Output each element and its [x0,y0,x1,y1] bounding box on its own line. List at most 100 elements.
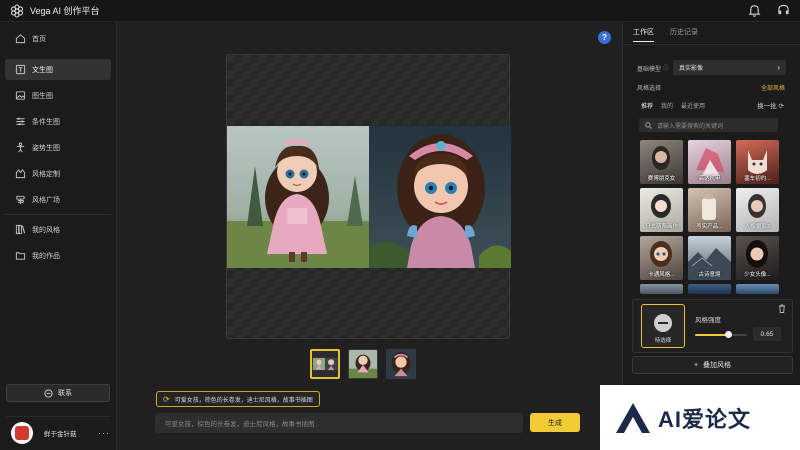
style-search-input[interactable]: 请输入需要搜索的关键词 [639,118,778,132]
watermark-logo-icon [616,402,650,433]
style-card[interactable] [736,284,779,294]
style-card-label: 高达机甲 [698,176,721,182]
more-icon[interactable]: ··· [98,428,110,438]
sidebar-item-image-to-image[interactable]: 图生图 [5,85,111,106]
sliders-icon [16,117,25,126]
style-strength-panel: 待选择 风格强度 0.65 [632,299,793,353]
result-canvas [226,54,511,339]
username: 鲜于金针菇 [44,430,77,438]
sidebar-item-conditional[interactable]: 条件生图 [5,111,111,132]
sidebar-item-label: 风格定制 [32,170,60,178]
style-tab-mine[interactable]: 我的 [661,101,673,110]
thumbnail-image [387,350,415,378]
style-card[interactable] [688,284,731,294]
sidebar: 首页 文生图 图生图 条件生图 姿势生图 风格定制 风格广场 我的风格 我的作品… [0,22,117,450]
text-image-icon [15,64,26,75]
style-card-label: 塞车初约... [744,176,771,182]
image-icon [15,91,26,100]
chevron-right-icon: › [777,63,780,72]
avatar[interactable] [11,421,33,444]
style-card[interactable]: 古诗意境 [688,236,731,280]
logo-icon [11,4,23,17]
sidebar-item-label: 我的风格 [32,226,60,234]
sidebar-item-label: 我的作品 [32,252,60,260]
all-styles-link[interactable]: 全部风格 [761,83,785,92]
generate-button[interactable]: 生成 [530,413,580,432]
generated-image-right[interactable] [369,126,511,268]
selected-style-slot[interactable]: 待选择 [641,304,685,348]
style-card-label: 赛博朋克女 [647,176,676,182]
plus-icon: + [693,361,699,369]
sidebar-item-label: 条件生图 [32,118,60,126]
help-icon[interactable]: ? [598,31,611,44]
tab-history[interactable]: 历史记录 [670,27,698,42]
style-tab-recent[interactable]: 最近使用 [681,101,705,110]
sidebar-item-style-square[interactable]: 风格广场 [5,189,111,210]
generated-image-left[interactable] [227,126,369,268]
thumbnail-image [349,350,377,378]
books-icon [15,224,26,235]
signpost-icon [16,195,26,205]
minus-circle-icon [654,314,672,332]
style-card[interactable] [640,284,683,294]
sidebar-item-pose[interactable]: 姿势生图 [5,137,111,158]
sidebar-item-style-custom[interactable]: 风格定制 [5,163,111,184]
style-card[interactable]: 少女头像... [736,236,779,280]
base-model-select[interactable]: 真实影像 › [673,60,786,75]
style-tab-recommended[interactable]: 推荐 [641,101,653,110]
app-title: Vega AI 创作平台 [30,6,100,16]
watermark-text: AI爱论文 [658,406,752,432]
thumbnail-1[interactable] [310,349,340,379]
style-card[interactable]: 日式萌系画作 [640,188,683,232]
pose-icon [16,142,25,153]
sidebar-item-my-styles[interactable]: 我的风格 [5,219,111,240]
contact-button[interactable]: 联系 [6,384,110,402]
trash-icon[interactable] [778,304,786,313]
style-card[interactable]: 人像摄影2 [736,188,779,232]
style-card-label: 日式萌系画作 [644,224,678,230]
folder-icon [15,252,26,260]
info-icon: ⓘ [663,66,670,72]
style-card-label: 古诗意境 [698,272,721,278]
thumbnail-3[interactable] [386,349,416,379]
slider-fill [695,334,729,336]
search-icon [645,121,652,129]
user-row[interactable]: 鲜于金针菇 ··· [6,416,110,444]
base-model-value: 真实影像 [679,66,704,72]
style-custom-icon [15,169,26,179]
style-card[interactable]: 高达机甲 [688,140,731,184]
style-card[interactable]: 塞车初约... [736,140,779,184]
style-card[interactable]: 写实产品... [688,188,731,232]
style-card-label: 卡通风格... [648,272,675,278]
refresh-icon: ⟳ [163,394,170,404]
sidebar-item-text-to-image[interactable]: 文生图 [5,59,111,80]
sidebar-item-home[interactable]: 首页 [5,28,111,49]
add-style-label: 叠加风格 [703,362,732,369]
refresh-icon: ⟳ [778,103,784,110]
style-tabs: 推荐 我的 最近使用 [641,101,705,110]
slider-thumb[interactable] [725,331,733,338]
headset-icon[interactable] [777,4,790,17]
style-card-label: 少女头像... [744,272,771,278]
prompt-placeholder: 可爱女孩，棕色的长卷发，迪士尼风格，故事书插图 [165,421,315,428]
tab-workspace[interactable]: 工作区 [633,27,654,42]
style-card[interactable]: 赛博朋克女 [640,140,683,184]
nav-divider [5,214,111,215]
bell-icon[interactable] [748,4,761,17]
strength-value-input[interactable]: 0.65 [753,327,781,341]
refresh-batch-button[interactable]: 换一批 ⟳ [757,100,784,110]
search-placeholder: 请输入需要搜索的关键词 [657,123,724,130]
slot-label: 待选择 [654,338,672,344]
tabs-divider [623,44,800,45]
strength-slider[interactable] [695,331,747,338]
thumbnail-strip [310,349,416,379]
prompt-suggestion-chip[interactable]: ⟳ 可爱女孩，棕色的长卷发，迪士尼风格，故事书插图 [156,391,320,407]
contact-label: 联系 [58,390,72,397]
add-style-button[interactable]: + 叠加风格 [632,356,793,374]
sidebar-item-label: 风格广场 [32,196,60,204]
sidebar-item-my-works[interactable]: 我的作品 [5,245,111,266]
style-card[interactable]: 卡通风格... [640,236,683,280]
style-select-label: 风格选择 [637,86,662,92]
prompt-input[interactable]: 可爱女孩，棕色的长卷发，迪士尼风格，故事书插图 [155,413,523,433]
thumbnail-2[interactable] [348,349,378,379]
